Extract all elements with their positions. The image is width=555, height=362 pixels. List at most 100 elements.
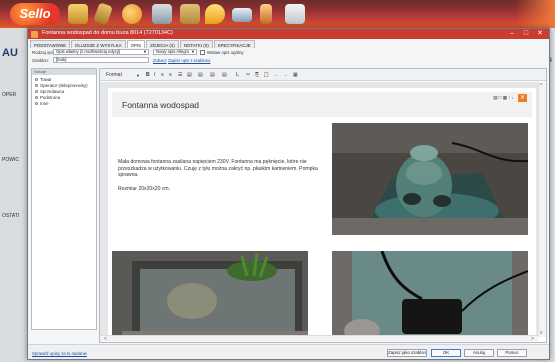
background-label-oper: OPER — [2, 92, 17, 98]
pin-icon[interactable] — [205, 4, 225, 24]
copy-icon[interactable]: ⎘ — [255, 72, 259, 78]
tree-item-operator[interactable]: Operator (sklep/serwisy) — [35, 83, 88, 88]
tree-item-subpage[interactable]: Podstrona — [35, 95, 60, 100]
product-photo-2[interactable] — [112, 251, 308, 337]
paste-icon[interactable]: 📋 — [263, 72, 269, 78]
layout-1-button[interactable]: ☰ — [178, 72, 182, 78]
description-page[interactable]: Fontanna wodospad ▤ □ ▦ ↑ ↓ ✕ Mała domow… — [108, 88, 536, 337]
cut-icon[interactable]: ✂ — [246, 72, 250, 78]
layout-4-button[interactable]: ▤ — [210, 72, 215, 78]
sello-logo[interactable]: Sello — [10, 3, 60, 25]
description-type-value: Opis własny (z możliwością edycji) — [56, 49, 121, 54]
save-as-template-button[interactable]: Zapisz jako szablon — [387, 349, 427, 357]
section-move-tools[interactable]: ▤ □ ▦ ↑ ↓ — [493, 95, 514, 101]
layout-2-button[interactable]: ▤ — [187, 72, 192, 78]
chevron-down-icon[interactable]: ▼ — [136, 73, 140, 78]
bold-button[interactable]: B — [146, 72, 150, 78]
numbered-list-button[interactable]: ≡ — [169, 72, 172, 78]
product-photo-1[interactable] — [332, 123, 528, 235]
heading-section[interactable]: Fontanna wodospad ▤ □ ▦ ↑ ↓ ✕ — [112, 92, 532, 117]
template-select[interactable]: [brak] — [53, 57, 149, 63]
tab-shipping[interactable]: DLUZSZE Z WYSYLKA — [71, 40, 126, 48]
gift-icon[interactable] — [68, 4, 88, 24]
delete-section-button[interactable]: ✕ — [518, 94, 527, 102]
description-editor: Format ▼ B I ≡ ≡ ☰ ▤ ▤ ▤ ▤ Iₓ ✂ ⎘ 📋 ← → … — [99, 68, 547, 343]
editor-canvas[interactable]: Fontanna wodospad ▤ □ ▦ ↑ ↓ ✕ Mała domow… — [100, 82, 538, 337]
boxes-icon[interactable] — [180, 4, 200, 24]
tab-opis[interactable]: OPIS — [126, 40, 146, 48]
save-template-link[interactable]: Zapisz opis z szablonu — [168, 58, 210, 63]
help-button[interactable]: Pomoc — [497, 349, 527, 357]
pump-photo — [332, 251, 528, 337]
tree-item-towar[interactable]: Towar — [35, 77, 52, 82]
fountain-detail-photo — [112, 251, 308, 337]
truck-icon[interactable] — [232, 8, 252, 22]
scroll-left-icon[interactable]: < — [104, 336, 107, 342]
chevron-down-icon: ▼ — [143, 49, 147, 54]
tree-item-label: Towar — [40, 77, 52, 82]
move-up-icon[interactable]: ↑ — [508, 95, 510, 100]
product-heading[interactable]: Fontanna wodospad — [122, 100, 199, 110]
tab-specs[interactable]: SPECYFIKACJE — [213, 40, 255, 48]
background-left-panel — [0, 28, 28, 362]
ok-button[interactable]: OK — [431, 349, 461, 357]
italic-button[interactable]: I — [154, 72, 155, 78]
minimize-icon[interactable]: – — [505, 29, 519, 39]
globe-icon[interactable] — [122, 4, 142, 24]
tree-item-other[interactable]: Inne — [35, 101, 49, 106]
tree-node-icon — [35, 84, 38, 88]
tools-icon[interactable] — [93, 2, 113, 26]
layout-3-button[interactable]: ▤ — [198, 72, 203, 78]
format-select[interactable]: Nowy opis Allegro ▼ — [153, 49, 197, 55]
copy-icon[interactable]: □ — [499, 95, 502, 100]
product-description[interactable]: Mała domowa fontanna zasilana napięciem … — [118, 159, 318, 179]
template-label: Szablon: — [32, 58, 50, 63]
editor-vertical-scrollbar[interactable]: ^ v — [538, 82, 546, 337]
tree-item-label: Inne — [40, 101, 49, 106]
clear-format-button[interactable]: Iₓ — [236, 72, 239, 78]
general-description-label: Wstaw opis ogólny — [207, 50, 244, 55]
tree-node-icon — [35, 78, 38, 82]
move-down-icon[interactable]: ↓ — [512, 95, 514, 100]
general-description-checkbox[interactable] — [200, 49, 205, 55]
contacts-icon[interactable] — [285, 4, 305, 24]
app-toolbar: Sello — [0, 0, 555, 28]
maximize-icon[interactable]: □ — [519, 29, 533, 39]
show-link[interactable]: Zobacz — [153, 58, 167, 63]
tree-item-seller[interactable]: Sprzedawca — [35, 89, 64, 94]
product-size[interactable]: Rozmiar 20x20x20 cm. — [118, 186, 170, 192]
layout-5-button[interactable]: ▤ — [222, 72, 227, 78]
box-icon[interactable] — [152, 4, 172, 24]
close-icon[interactable]: ✕ — [533, 29, 547, 39]
background-label-ostati: OSTATI — [2, 213, 20, 219]
person-icon[interactable] — [260, 4, 272, 24]
tab-notes[interactable]: NOTATKI (0) — [179, 40, 213, 48]
cancel-button[interactable]: Anuluj — [464, 349, 494, 357]
fountain-photo — [332, 123, 528, 235]
dialog-titlebar[interactable]: Fontanna wodospad do domu biura 8014 (72… — [28, 29, 549, 39]
chevron-down-icon: ▼ — [191, 49, 195, 54]
template-value: [brak] — [56, 57, 67, 62]
dialog-title: Fontanna wodospad do domu biura 8014 (72… — [42, 30, 173, 36]
tab-photos[interactable]: ZDJECIA (4) — [146, 40, 179, 48]
source-icon[interactable]: ▦ — [293, 72, 298, 78]
scroll-down-icon[interactable]: v — [540, 330, 543, 336]
scroll-up-icon[interactable]: ^ — [540, 83, 542, 89]
format-dropdown[interactable]: Format — [106, 72, 122, 78]
scroll-right-icon[interactable]: > — [531, 336, 534, 342]
tree-node-icon — [35, 102, 38, 106]
editor-horizontal-scrollbar[interactable]: < > — [100, 335, 538, 342]
section-tree: Sekcje Towar Operator (sklep/serwisy) Sp… — [31, 68, 97, 330]
edit-description-dialog: Fontanna wodospad do domu biura 8014 (72… — [27, 28, 550, 360]
layout-icon[interactable]: ▤ — [493, 95, 497, 100]
product-photo-3[interactable] — [332, 251, 528, 337]
paste-icon[interactable]: ▦ — [503, 95, 507, 100]
redo-icon[interactable]: → — [283, 72, 288, 78]
tab-podstawowe[interactable]: PODSTAWOWE — [30, 40, 71, 48]
description-type-select[interactable]: Opis własny (z możliwością edycji) ▼ — [53, 49, 149, 55]
bullet-list-button[interactable]: ≡ — [161, 72, 164, 78]
check-descriptions-link[interactable]: Sprawdź opisy za to nadanie — [32, 351, 87, 356]
tree-item-label: Operator (sklep/serwisy) — [40, 83, 88, 88]
undo-icon[interactable]: ← — [274, 72, 279, 78]
background-heading: AU — [2, 47, 18, 59]
